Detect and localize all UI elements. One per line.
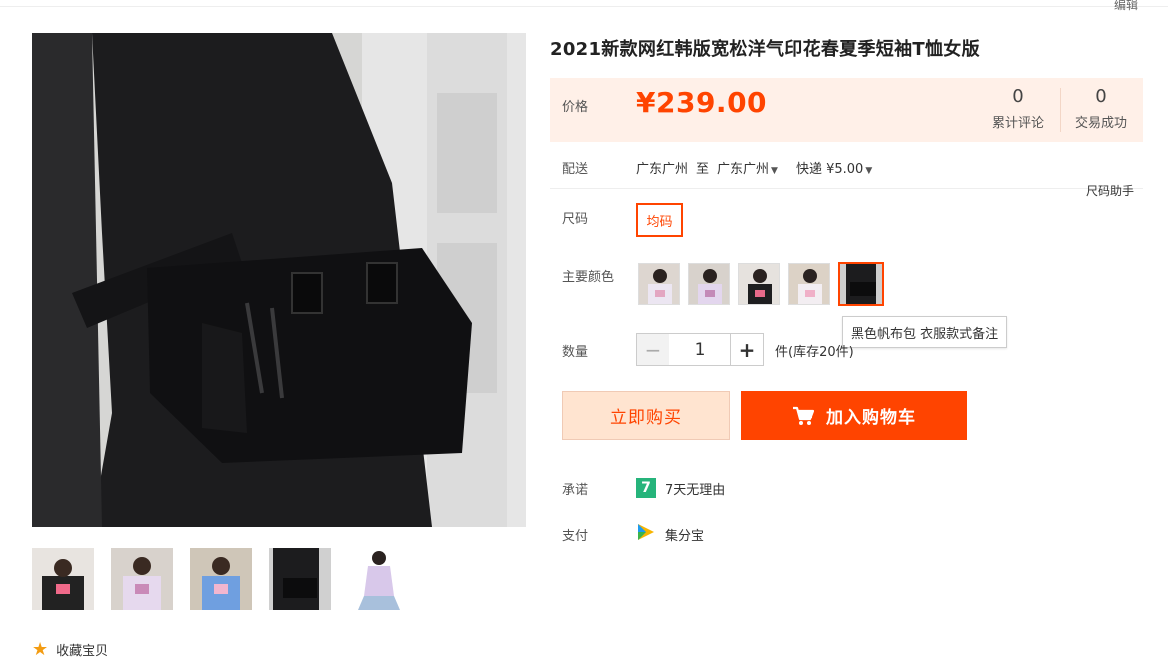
buy-now-button[interactable]: 立即购买 bbox=[562, 391, 730, 440]
star-icon: ★ bbox=[32, 638, 49, 660]
review-count-label: 累计评论 bbox=[991, 116, 1044, 131]
color-label: 主要颜色 bbox=[562, 270, 615, 285]
favorite-label: 收藏宝贝 bbox=[56, 644, 109, 659]
jifenbao-icon bbox=[638, 524, 654, 540]
ship-to-word: 至 bbox=[696, 162, 710, 177]
sales-count: 0 交易成功 bbox=[1061, 86, 1141, 131]
ship-from: 广东广州 bbox=[636, 162, 689, 177]
top-divider bbox=[0, 6, 1168, 7]
plus-icon: + bbox=[738, 337, 756, 362]
thumbnail-3[interactable] bbox=[190, 548, 252, 610]
promise-text[interactable]: 7天无理由 bbox=[665, 479, 725, 498]
quantity-decrement-button[interactable]: − bbox=[636, 333, 670, 366]
size-helper-link[interactable]: 尺码助手 bbox=[1086, 182, 1134, 199]
quantity-label: 数量 bbox=[562, 345, 589, 360]
ship-method-select[interactable]: 快递 ¥5.00 ▼ bbox=[796, 158, 872, 177]
buy-now-label: 立即购买 bbox=[610, 408, 682, 428]
color-swatch-2[interactable] bbox=[688, 263, 730, 305]
shipping-divider bbox=[550, 188, 1143, 189]
sales-count-value: 0 bbox=[1095, 86, 1107, 107]
product-title: 2021新款网红韩版宽松洋气印花春夏季短袖T恤女版 bbox=[550, 39, 980, 60]
color-tooltip: 黑色帆布包 衣服款式备注 bbox=[842, 316, 1008, 348]
shipping-label: 配送 bbox=[562, 162, 589, 177]
ship-method: 快递 ¥5.00 bbox=[795, 162, 864, 177]
ship-to: 广东广州 bbox=[717, 162, 770, 177]
size-label: 尺码 bbox=[562, 212, 589, 227]
minus-icon: − bbox=[644, 337, 662, 362]
sales-count-label: 交易成功 bbox=[1074, 116, 1127, 131]
cart-icon bbox=[793, 406, 814, 425]
quantity-increment-button[interactable]: + bbox=[730, 333, 764, 366]
color-swatch-3[interactable] bbox=[738, 263, 780, 305]
color-swatch-1[interactable] bbox=[638, 263, 680, 305]
quantity-input[interactable] bbox=[669, 333, 731, 366]
add-to-cart-button[interactable]: 加入购物车 bbox=[741, 391, 967, 440]
add-to-cart-label: 加入购物车 bbox=[826, 408, 916, 428]
review-count-value: 0 bbox=[1012, 86, 1024, 107]
favorite-button[interactable]: ★ 收藏宝贝 bbox=[32, 640, 108, 659]
seven-day-return-icon: 7 bbox=[636, 478, 656, 498]
review-count[interactable]: 0 累计评论 bbox=[978, 86, 1058, 131]
price-value: ¥239.00 bbox=[636, 86, 768, 119]
edit-link[interactable]: 编辑 bbox=[1114, 0, 1138, 13]
color-swatch-5[interactable] bbox=[838, 262, 884, 306]
promise-label: 承诺 bbox=[562, 483, 589, 498]
size-option-label: 均码 bbox=[646, 214, 673, 230]
thumbnail-1[interactable] bbox=[32, 548, 94, 610]
color-swatch-4[interactable] bbox=[788, 263, 830, 305]
payment-label: 支付 bbox=[562, 529, 589, 544]
main-product-image bbox=[32, 33, 526, 527]
size-option-onesize[interactable]: 均码 bbox=[636, 203, 683, 237]
chevron-down-icon: ▼ bbox=[865, 166, 873, 176]
thumbnail-2[interactable] bbox=[111, 548, 173, 610]
shipping-info: 广东广州 至 广东广州 ▼ 快递 ¥5.00 ▼ bbox=[636, 158, 872, 177]
ship-to-select[interactable]: 广东广州 ▼ bbox=[717, 158, 778, 177]
thumbnail-5[interactable] bbox=[348, 548, 410, 610]
stock-text: 件(库存20件) bbox=[775, 345, 854, 360]
chevron-down-icon: ▼ bbox=[771, 166, 778, 176]
price-panel: 价格 ¥239.00 0 累计评论 0 交易成功 bbox=[550, 78, 1143, 142]
price-label: 价格 bbox=[562, 100, 589, 115]
payment-text: 集分宝 bbox=[665, 529, 705, 544]
thumbnail-4[interactable] bbox=[269, 548, 331, 610]
